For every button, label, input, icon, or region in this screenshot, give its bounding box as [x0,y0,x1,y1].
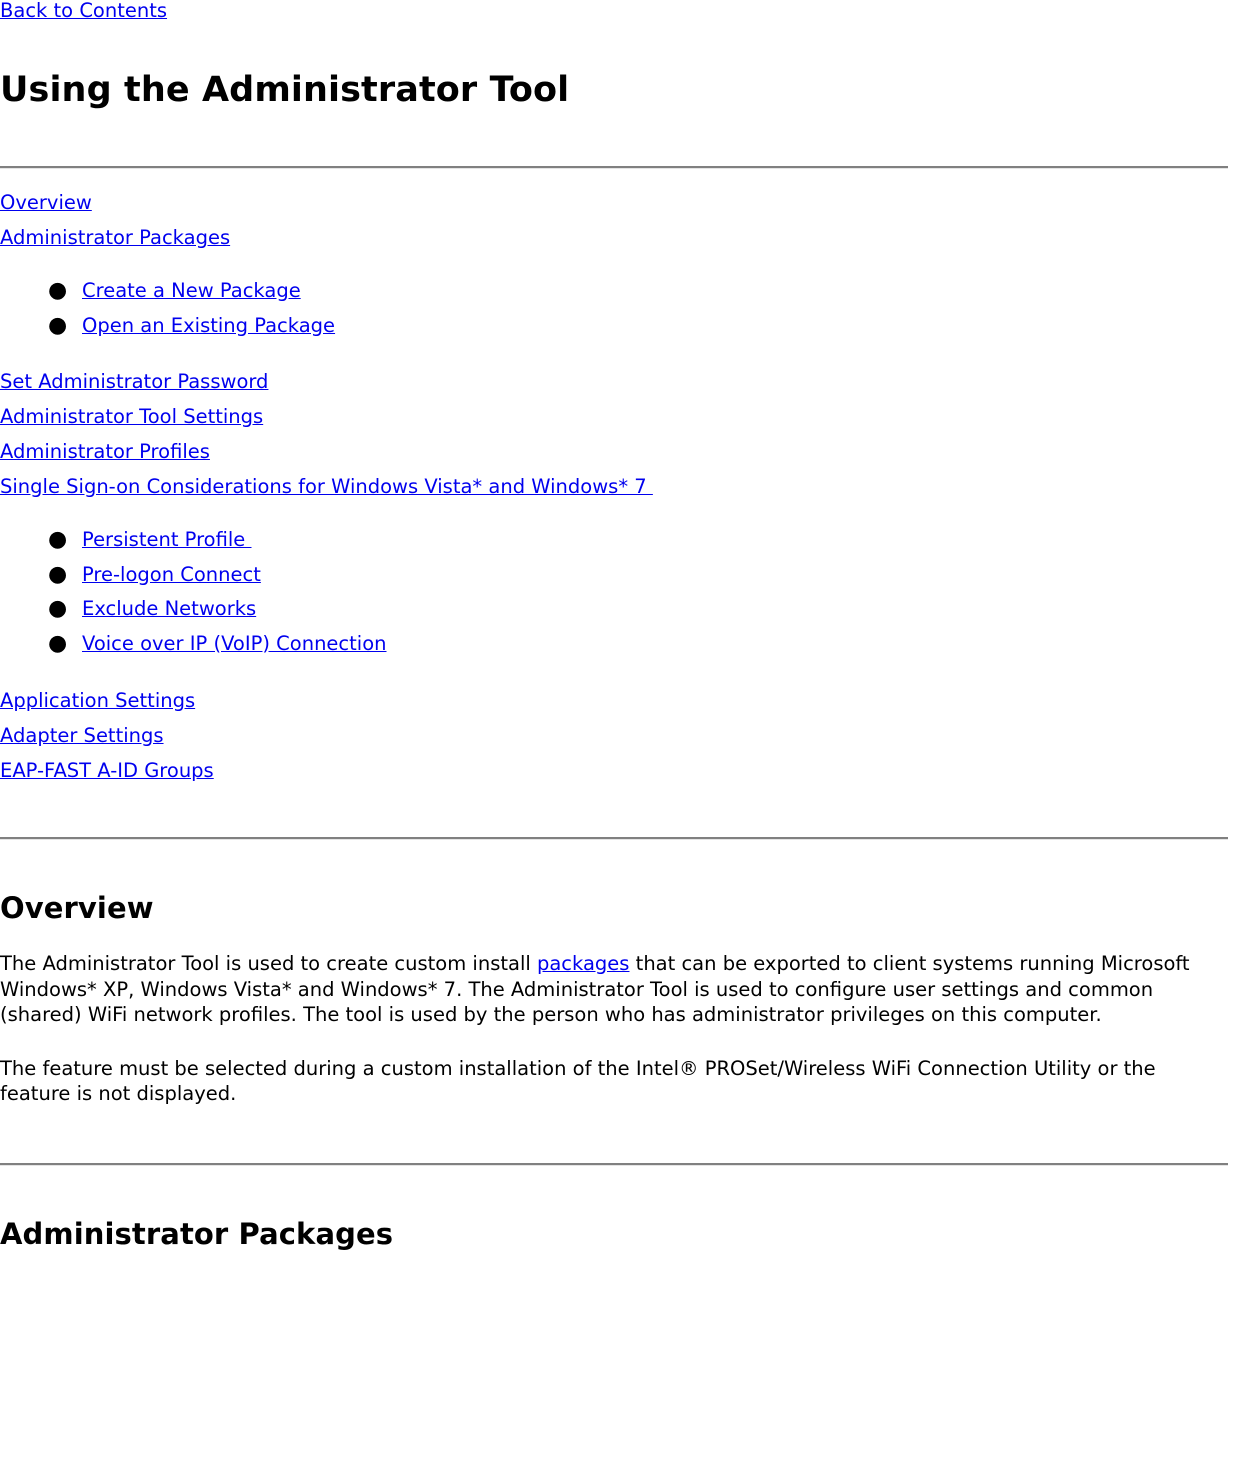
toc-group-settings: Set Administrator Password Administrator… [0,364,1229,504]
toc-link-overview[interactable]: Overview [0,191,92,214]
list-item: ● Pre-logon Connect [0,558,1229,593]
bullet-icon: ● [48,561,68,587]
list-item: ● Exclude Networks [0,592,1229,627]
overview-paragraph-2: The feature must be selected during a cu… [0,1056,1156,1106]
toc-sublist-packages: ● Create a New Package ● Open an Existing … [0,274,1229,343]
table-of-contents: Overview Administrator Packages ● Create … [0,185,1229,788]
toc-link-eap-fast-a-id-groups[interactable]: EAP-FAST A-ID Groups [0,759,214,782]
section-heading-overview: Overview [0,891,154,925]
toc-entry-single-sign-on: Single Sign-on Considerations for Window… [0,469,1229,504]
overview-paragraph-1-text-before: The Administrator Tool is used to create… [0,952,537,975]
toc-entry-administrator-packages: Administrator Packages [0,220,1229,255]
divider-bottom [0,1162,1228,1166]
bullet-icon: ● [48,312,68,338]
divider-top-wrap [0,166,1229,169]
toc-entry-adapter-settings: Adapter Settings [0,718,1229,753]
overview-paragraph-1: The Administrator Tool is used to create… [0,951,1205,1028]
bullet-icon: ● [48,596,68,621]
divider-top [0,166,1228,169]
toc-entry-administrator-tool-settings: Administrator Tool Settings [0,399,1229,434]
toc-link-administrator-packages[interactable]: Administrator Packages [0,226,230,249]
toc-link-adapter-settings[interactable]: Adapter Settings [0,724,164,747]
toc-entry-administrator-profiles: Administrator Profiles [0,434,1229,469]
toc-link-exclude-networks[interactable]: Exclude Networks [82,597,256,620]
divider-middle [0,837,1228,840]
toc-entry-application-settings: Application Settings [0,683,1229,718]
bullet-icon: ● [48,630,68,656]
toc-link-set-administrator-password[interactable]: Set Administrator Password [0,370,268,393]
toc-link-pre-logon-connect[interactable]: Pre-logon Connect [82,563,261,586]
back-to-contents-link[interactable]: Back to Contents [0,0,167,22]
section-heading-administrator-packages: Administrator Packages [0,1216,394,1251]
toc-link-administrator-profiles[interactable]: Administrator Profiles [0,440,210,463]
toc-group-application: Application Settings Adapter Settings EA… [0,683,1229,788]
toc-entry-overview: Overview [0,185,1229,220]
toc-link-application-settings[interactable]: Application Settings [0,689,195,712]
toc-link-administrator-tool-settings[interactable]: Administrator Tool Settings [0,405,263,428]
toc-sublist-single-sign-on: ● Persistent Profile ● Pre-logon Connect ●… [0,523,1229,661]
divider-middle-wrap [0,837,1229,840]
list-item: ● Persistent Profile [0,523,1229,558]
back-to-contents: Back to Contents [0,0,1229,22]
bullet-icon: ● [48,527,68,552]
toc-entry-eap-fast-a-id-groups: EAP-FAST A-ID Groups [0,753,1229,788]
list-item: ● Open an Existing Package [0,309,1229,344]
toc-link-persistent-profile[interactable]: Persistent Profile [82,528,252,551]
packages-inline-link[interactable]: packages [537,952,629,975]
document-page: Back to Contents Using the Administrator… [0,0,1233,1251]
toc-link-create-a-new-package[interactable]: Create a New Package [82,279,301,302]
list-item: ● Create a New Package [0,274,1229,309]
toc-link-voice-over-ip-connection[interactable]: Voice over IP (VoIP) Connection [82,632,387,655]
list-item: ● Voice over IP (VoIP) Connection [0,627,1229,662]
page-title: Using the Administrator Tool [0,70,570,110]
bullet-icon: ● [48,278,68,303]
toc-entry-set-administrator-password: Set Administrator Password [0,364,1229,399]
divider-bottom-wrap [0,1162,1229,1166]
toc-link-single-sign-on-considerations[interactable]: Single Sign-on Considerations for Window… [0,475,653,498]
toc-link-open-an-existing-package[interactable]: Open an Existing Package [82,314,335,337]
